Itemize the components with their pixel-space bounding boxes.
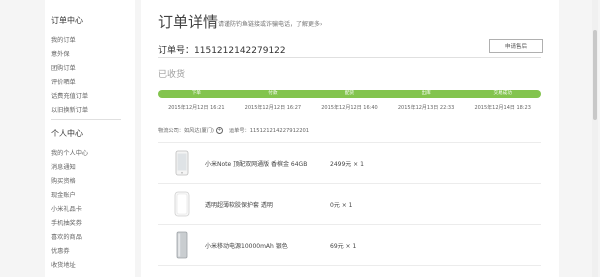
- logistics-company: 物流公司：如风达(厦门): [158, 128, 214, 134]
- logistics-info: 物流公司：如风达(厦门) + 运单号： 115121214227912201: [158, 127, 309, 134]
- power-bank-icon[interactable]: [169, 231, 195, 259]
- sidebar-item-reviews[interactable]: 评价晒单: [51, 77, 76, 86]
- product-list: 小米Note 顶配双网通版 香槟金 64GB 2499元 × 1 透明超薄软胶保…: [158, 142, 541, 266]
- sidebar-item-messages[interactable]: 消息通知: [51, 162, 76, 171]
- product-name[interactable]: 小米移动电源10000mAh 银色: [205, 241, 288, 250]
- sidebar-item-gift-card[interactable]: 小米礼品卡: [51, 204, 82, 213]
- product-price: 0元 × 1: [330, 202, 353, 209]
- sidebar-item-my-orders[interactable]: 我的订单: [51, 35, 76, 44]
- order-status: 已收货: [158, 70, 186, 80]
- progress-step-order: 下单: [191, 91, 201, 96]
- order-progress-bar: 下单 付款 配货 出库 交易成功: [158, 90, 541, 98]
- case-icon[interactable]: [169, 190, 195, 218]
- apply-aftersale-button[interactable]: 申请售后: [489, 39, 543, 53]
- product-row: 小米Note 顶配双网通版 香槟金 64GB 2499元 × 1: [158, 142, 541, 184]
- expand-logistics-icon[interactable]: +: [215, 127, 223, 134]
- sidebar-item-favorites[interactable]: 喜欢的商品: [51, 232, 82, 241]
- product-price: 69元 × 1: [330, 243, 357, 250]
- product-row: 小米移动电源10000mAh 银色 69元 × 1: [158, 225, 541, 266]
- progress-step-payment: 付款: [268, 91, 278, 96]
- sidebar-item-group-orders[interactable]: 团购订单: [51, 63, 76, 72]
- sidebar: 订单中心 我的订单 意外保 团购订单 评价晒单 话费充值订单 以旧换新订单 个人…: [45, 0, 135, 277]
- sidebar-divider: [51, 119, 121, 120]
- sidebar-item-accident-insurance[interactable]: 意外保: [51, 49, 70, 58]
- product-price: 2499元 × 1: [330, 161, 364, 168]
- sidebar-item-purchase-eligibility[interactable]: 购买资格: [51, 176, 76, 185]
- product-row: 透明超薄软胶保护套 透明 0元 × 1: [158, 184, 541, 225]
- progress-timestamps: 2015年12月12日 16:21 2015年12月12日 16:27 2015…: [158, 104, 541, 111]
- scrollbar-thumb[interactable]: [593, 30, 597, 120]
- progress-step-picking: 配货: [344, 91, 355, 96]
- phone-icon[interactable]: [169, 149, 195, 177]
- sidebar-item-lottery-coupons[interactable]: 手机抽奖券: [51, 218, 82, 227]
- order-number: 1151212142279122: [194, 46, 286, 56]
- sidebar-item-trade-in-orders[interactable]: 以旧换新订单: [51, 105, 88, 114]
- sidebar-group-title-personal: 个人中心: [51, 129, 83, 138]
- security-hint-link[interactable]: 请谨防钓鱼链接或诈骗电话，了解更多›: [218, 19, 322, 28]
- progress-step-complete: 交易成功: [493, 91, 512, 96]
- sidebar-item-personal-center[interactable]: 我的个人中心: [51, 148, 88, 157]
- progress-time-complete: 2015年12月14日 18:23: [474, 105, 531, 111]
- sidebar-group-title-orders: 订单中心: [51, 16, 83, 25]
- sidebar-item-cash-account[interactable]: 现金账户: [51, 190, 76, 199]
- order-detail-panel: 订单详情 请谨防钓鱼链接或诈骗电话，了解更多› 订单号：115121214227…: [141, 0, 559, 277]
- sidebar-item-coupons[interactable]: 优惠券: [51, 246, 70, 255]
- tracking-number: 115121214227912201: [249, 127, 310, 134]
- progress-time-order: 2015年12月12日 16:21: [168, 105, 225, 111]
- page-title: 订单详情: [158, 13, 219, 31]
- product-name[interactable]: 透明超薄软胶保护套 透明: [205, 200, 273, 209]
- order-number-label: 订单号：: [158, 46, 195, 56]
- sidebar-item-recharge-orders[interactable]: 话费充值订单: [51, 91, 88, 100]
- progress-step-shipped: 出库: [421, 91, 431, 96]
- progress-time-payment: 2015年12月12日 16:27: [244, 105, 302, 111]
- header-divider: [158, 57, 541, 58]
- page-scrollbar[interactable]: [592, 0, 598, 277]
- progress-time-shipped: 2015年12月13日 22:33: [397, 105, 455, 111]
- product-name[interactable]: 小米Note 顶配双网通版 香槟金 64GB: [205, 159, 307, 168]
- progress-time-picking: 2015年12月12日 16:40: [321, 105, 378, 111]
- order-number-line: 订单号：1151212142279122: [158, 43, 286, 56]
- tracking-label: 运单号：: [228, 128, 250, 134]
- sidebar-item-addresses[interactable]: 收货地址: [51, 260, 76, 269]
